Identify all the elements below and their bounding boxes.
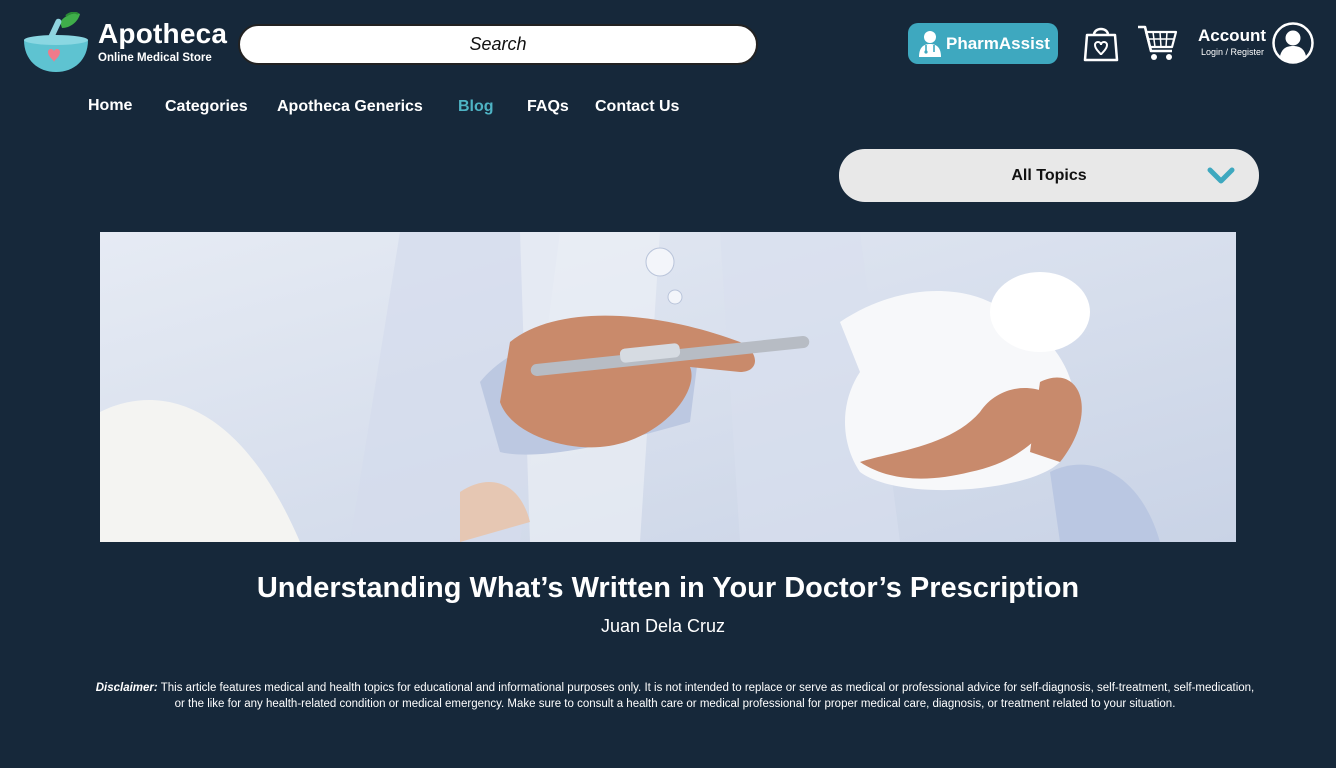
doctor-holding-pill-bottle-photo	[100, 232, 1236, 542]
article-hero-image	[100, 232, 1236, 542]
nav-item-faqs[interactable]: FAQs	[527, 98, 569, 116]
article-title: Understanding What’s Written in Your Doc…	[256, 572, 1080, 604]
wishlist-bag-icon[interactable]	[1082, 23, 1120, 63]
pharmassist-button[interactable]: PharmAssist	[908, 23, 1058, 64]
nav-item-blog[interactable]: Blog	[458, 98, 494, 116]
article-author: Juan Dela Cruz	[600, 616, 726, 636]
logo-bowl-icon	[24, 12, 88, 72]
nav-item-contact-us[interactable]: Contact Us	[595, 98, 679, 116]
brand-name: Apotheca	[98, 18, 228, 49]
chevron-down-icon	[1207, 167, 1235, 184]
account-sublabel[interactable]: Login / Register	[1201, 47, 1264, 57]
disclaimer-text: This article features medical and health…	[160, 682, 1255, 710]
topics-dropdown[interactable]: All Topics	[839, 149, 1259, 202]
search-input[interactable]: Search	[238, 24, 758, 65]
nav-item-apotheca-generics[interactable]: Apotheca Generics	[277, 98, 423, 116]
user-circle-icon	[1272, 22, 1314, 64]
account-menu[interactable]: Account Login / Register	[1196, 22, 1316, 66]
disclaimer-label: Disclaimer:	[95, 682, 158, 694]
account-label: Account	[1198, 26, 1266, 45]
nav-item-categories[interactable]: Categories	[165, 98, 248, 116]
brand-tagline: Online Medical Store	[98, 52, 212, 64]
site-header: Apotheca Online Medical Store Search Pha…	[0, 0, 1336, 90]
nav-item-home[interactable]: Home	[88, 97, 132, 115]
article-disclaimer: Disclaimer: This article features medica…	[90, 680, 1260, 712]
doctor-icon	[919, 30, 941, 57]
brand-logo[interactable]: Apotheca Online Medical Store	[22, 12, 232, 76]
cart-icon[interactable]	[1136, 23, 1178, 63]
pharmassist-label: PharmAssist	[946, 33, 1050, 53]
topics-selected: All Topics	[1011, 167, 1087, 184]
